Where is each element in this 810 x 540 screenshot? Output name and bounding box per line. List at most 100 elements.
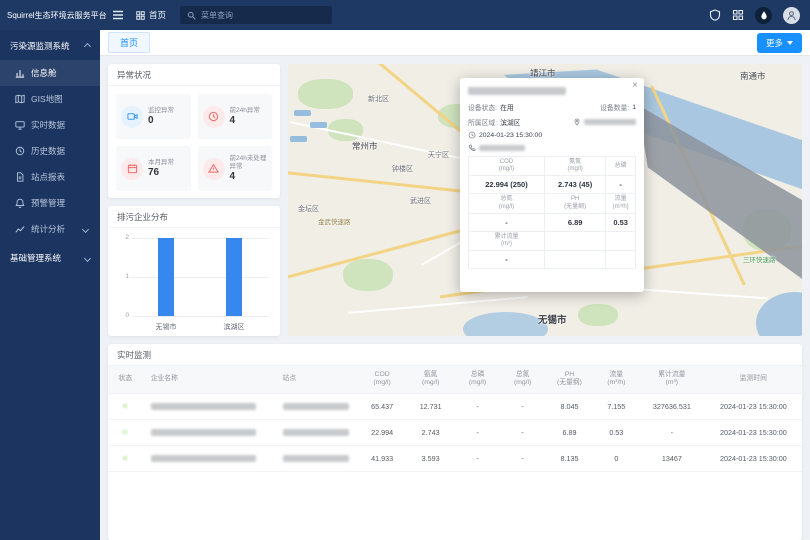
total-flow-cell: - — [639, 419, 705, 445]
empty-cell — [544, 251, 605, 269]
sidebar-section-pollution-monitor[interactable]: 污染源监测系统 — [0, 30, 100, 60]
report-file-icon — [15, 172, 25, 182]
sidebar-item-info-cabin[interactable]: 信息舱 — [0, 60, 100, 86]
nh3n-cell: 12.731 — [406, 393, 455, 419]
search-input[interactable] — [201, 11, 325, 20]
more-button[interactable]: 更多 — [757, 33, 802, 53]
abnormal-cards: 监控异常 0 前24h异常 4 本月异常 76 — [108, 86, 280, 199]
card-label: 前24h未处理异常 — [230, 155, 268, 170]
station-info-popup: × 设备状态: 在用 设备数量: 1 所属区域: 滨湖区 2024-0 — [460, 78, 644, 292]
card-value: 0 — [148, 115, 174, 126]
brand-droplet-icon[interactable] — [755, 7, 772, 24]
sidebar-item-history-data[interactable]: 历史数据 — [0, 138, 100, 164]
col-header: 状态 — [108, 375, 143, 383]
sidebar-item-realtime-data[interactable]: 实时数据 — [0, 112, 100, 138]
time-cell: 2024-01-23 15:30:00 — [705, 445, 802, 471]
close-icon[interactable]: × — [632, 80, 638, 91]
tp-cell: - — [455, 419, 500, 445]
popup-value-row: - 6.89 0.53 — [469, 213, 636, 231]
chevron-up-icon — [84, 42, 91, 49]
map-label-road: 三环快速路 — [743, 254, 776, 264]
popup-measurements-table: COD(mg/l) 氨氮(mg/l) 总磷 22.994 (250) 2.743… — [468, 156, 636, 269]
sidebar-item-label: 站点报表 — [31, 171, 65, 183]
card-last24h-abnormal: 前24h异常 4 — [198, 94, 273, 139]
enterprise-name-redacted — [151, 455, 256, 462]
card-label: 前24h异常 — [230, 107, 260, 114]
user-avatar[interactable] — [783, 7, 800, 24]
sidebar-item-alert-management[interactable]: 预警管理 — [0, 190, 100, 216]
gridline — [132, 316, 268, 317]
card-label: 本月异常 — [148, 159, 174, 166]
map-label-road: 金武快速路 — [318, 216, 351, 226]
location-pin-icon — [573, 118, 581, 126]
empty-cell — [606, 251, 636, 269]
apps-grid-icon[interactable] — [732, 9, 744, 21]
more-button-label: 更多 — [766, 37, 783, 49]
col-header: 总磷 — [455, 371, 500, 379]
card-unhandled-abnormal: 前24h未处理异常 4 — [198, 146, 273, 191]
bar-binhu — [226, 238, 242, 316]
table-row[interactable]: 22.994 2.743 - - 6.89 0.53 - 2024-01-23 … — [108, 419, 802, 445]
chevron-down-icon — [84, 254, 91, 261]
device-count-value: 1 — [632, 104, 636, 111]
flow-cell: 7.155 — [594, 393, 639, 419]
empty-cell — [544, 231, 605, 250]
hamburger-menu-icon[interactable] — [112, 9, 124, 21]
chevron-down-icon — [82, 225, 89, 232]
col-header: 累计流量 — [639, 371, 705, 379]
col-header: 氨氮 — [545, 159, 605, 166]
lake-water — [463, 312, 548, 336]
phone-redacted — [479, 145, 525, 151]
sidebar-item-station-report[interactable]: 站点报表 — [0, 164, 100, 190]
sidebar-item-label: GIS地图 — [31, 93, 63, 105]
table-row[interactable]: 65.437 12.731 - - 8.045 7.155 327636.531… — [108, 393, 802, 419]
map-label-city: 常州市 — [352, 140, 378, 152]
popup-header-row: 累计流量(m³) — [469, 231, 636, 250]
menu-search-box[interactable] — [180, 6, 332, 24]
region-value: 滨湖区 — [500, 117, 520, 127]
col-unit: (无量纲) — [545, 379, 594, 387]
enterprise-name-redacted — [151, 403, 256, 410]
popup-value-row: 22.994 (250) 2.743 (45) - — [469, 176, 636, 194]
flow-cell: 0.53 — [594, 419, 639, 445]
sidebar: 污染源监测系统 信息舱 GIS地图 实时数据 历史数据 站点报表 预警管理 统计… — [0, 30, 100, 540]
card-label: 监控异常 — [148, 107, 174, 114]
flow-cell: 0 — [594, 445, 639, 471]
col-unit: (m³) — [469, 241, 544, 248]
sidebar-item-gis-map[interactable]: GIS地图 — [0, 86, 100, 112]
bell-icon — [15, 198, 25, 208]
caret-down-icon — [787, 41, 793, 45]
col-unit: (mg/l) — [500, 379, 545, 387]
sidebar-item-statistics[interactable]: 统计分析 — [0, 216, 100, 242]
sidebar-item-label: 信息舱 — [31, 67, 57, 79]
empty-cell — [606, 231, 636, 250]
tab-home[interactable]: 首页 — [108, 32, 150, 53]
col-unit: (mg/l) — [469, 204, 544, 211]
calendar-icon — [121, 158, 143, 180]
nh3n-value: 2.743 (45) — [544, 176, 605, 194]
dashboard-icon — [15, 68, 25, 78]
popup-time: 2024-01-23 15:30:00 — [479, 132, 542, 139]
col-header: 监测时间 — [705, 375, 802, 383]
enterprise-distribution-panel: 排污企业分布 2 1 0 无锡市 滨湖区 — [108, 206, 280, 336]
gis-map[interactable]: 新北区 靖江市 南通市 常州市 天宁区 钟楼区 金坛区 武进区 无锡市 三环快速… — [288, 64, 802, 336]
abnormal-panel-title: 异常状况 — [108, 64, 280, 86]
card-value: 76 — [148, 167, 174, 178]
sidebar-section-base-management[interactable]: 基础管理系统 — [0, 242, 100, 272]
table-row[interactable]: 41.933 3.593 - - 8.135 0 13467 2024-01-2… — [108, 445, 802, 471]
station-name-redacted — [283, 429, 349, 436]
topbar-actions — [709, 7, 800, 24]
address-redacted — [584, 119, 636, 125]
monitor-panel-title: 实时监测 — [108, 344, 802, 366]
clock-icon — [15, 146, 25, 156]
poi-label — [294, 110, 311, 116]
map-label-district: 天宁区 — [428, 150, 449, 160]
app-logo: Squirrel生态环境云服务平台 — [0, 10, 100, 21]
abnormal-status-panel: 异常状况 监控异常 0 前24h异常 4 本月异常 — [108, 64, 280, 198]
x-tick: 无锡市 — [156, 322, 177, 332]
popup-header-row: COD(mg/l) 氨氮(mg/l) 总磷 — [469, 157, 636, 176]
nh3n-cell: 2.743 — [406, 419, 455, 445]
breadcrumb[interactable]: 首页 — [136, 9, 166, 21]
tn-value: - — [469, 213, 545, 231]
badge-shield-icon[interactable] — [709, 9, 721, 21]
